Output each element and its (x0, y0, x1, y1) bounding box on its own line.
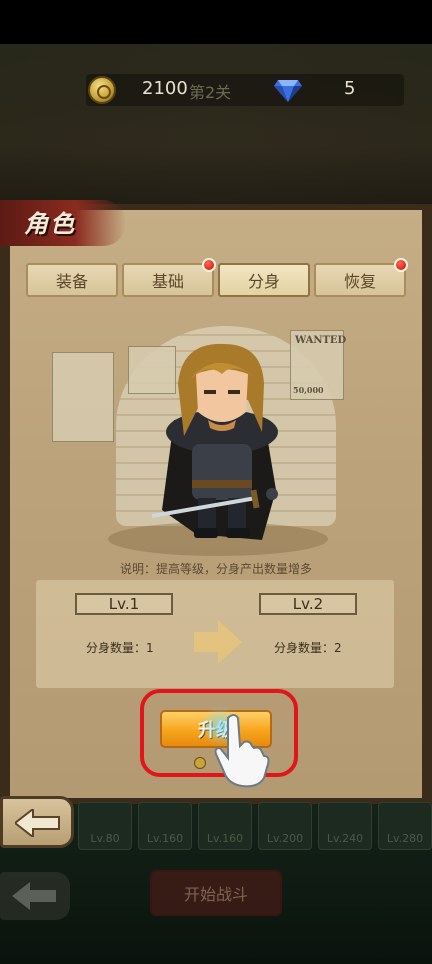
cost-coin-icon (194, 757, 206, 769)
upgrade-description: 说明：提高等级，分身产出数量增多 (119, 562, 312, 576)
notification-dot (394, 258, 408, 272)
tab-equipment[interactable]: 装备 (26, 263, 118, 297)
reward-text: 50,000 (293, 385, 324, 395)
panel-title: 角色 (24, 210, 76, 238)
level-cell: Lv.200 (258, 802, 312, 850)
wanted-text: WANTED (295, 335, 347, 346)
current-clone-count: 分身数量：1 (86, 641, 154, 655)
level-cell: Lv.80 (78, 802, 132, 850)
poster-left (52, 352, 114, 442)
diamond-icon (274, 80, 302, 102)
gem-amount: 5 (344, 78, 356, 99)
level-cell: Lv.240 (318, 802, 372, 850)
start-battle-label: 开始战斗 (183, 885, 248, 904)
tab-label: 基础 (151, 272, 184, 291)
tab-bar: 装备 基础 分身 恢复 (26, 258, 408, 297)
level-cell: Lv.160 (198, 802, 252, 850)
background-scenery (0, 44, 432, 214)
tab-clone[interactable]: 分身 (218, 263, 310, 297)
tab-label: 分身 (247, 272, 280, 291)
tab-basic[interactable]: 基础 (122, 258, 216, 297)
level-reward-strip: Lv.80 Lv.160 Lv.160 Lv.200 Lv.240 Lv.280 (70, 802, 432, 852)
tab-label: 装备 (55, 272, 88, 291)
dimmed-back-button (0, 872, 70, 920)
next-level: Lv.2 (259, 593, 357, 615)
notification-dot (202, 258, 216, 272)
level-cell: Lv.160 (138, 802, 192, 850)
back-arrow-icon (12, 882, 56, 910)
gold-amount: 2100 (142, 78, 188, 99)
gold-coin-icon (88, 76, 116, 104)
hero-character (152, 343, 278, 540)
currency-bar (86, 74, 404, 106)
status-bar (0, 0, 432, 44)
stage-label: 第2关 (189, 83, 232, 102)
tab-label: 恢复 (343, 272, 376, 291)
back-button[interactable] (0, 796, 74, 848)
current-level: Lv.1 (75, 593, 173, 615)
arrow-right-icon (194, 620, 242, 664)
hero-stage: WANTED 50,000 (46, 306, 386, 570)
level-cell: Lv.280 (378, 802, 432, 850)
tab-recover[interactable]: 恢复 (314, 258, 408, 297)
game-screen: 2100 第2关 5 角色 装备 基础 分身 恢复 WANTED 50,000 … (0, 0, 432, 964)
start-battle-button: 开始战斗 (150, 870, 282, 916)
back-arrow-icon (15, 809, 60, 837)
next-clone-count: 分身数量：2 (274, 641, 342, 655)
pointer-hand-icon (214, 714, 270, 788)
wanted-poster: WANTED 50,000 (290, 330, 347, 400)
